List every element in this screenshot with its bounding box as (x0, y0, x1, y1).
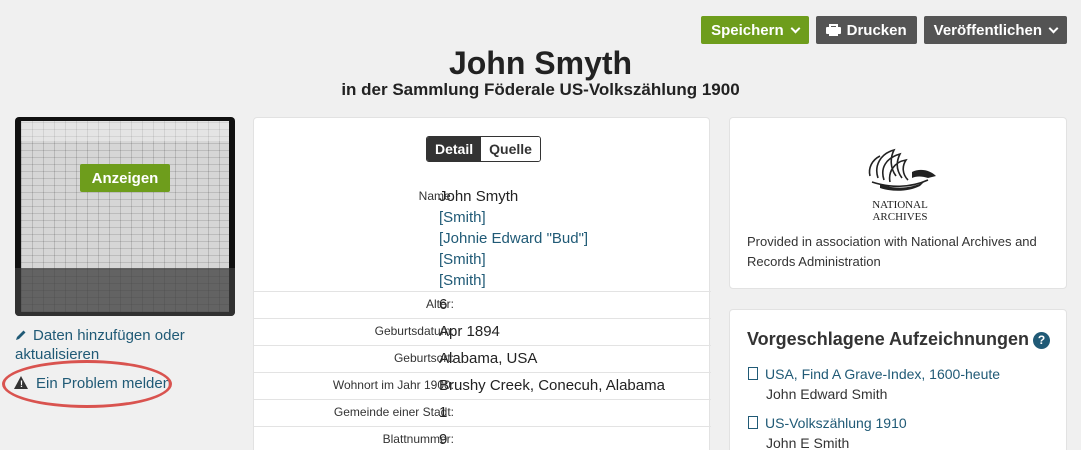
logo-line-1: NATIONAL (872, 199, 928, 211)
suggested-record-item[interactable]: US-Volkszählung 1910 John E Smith (748, 415, 907, 450)
details-table: Name: John Smyth [Smith] [Johnie Edward … (254, 184, 711, 450)
national-archives-logo: NATIONAL ARCHIVES (868, 148, 936, 223)
detail-label: Alter: (425, 297, 454, 311)
name-alternate-link[interactable]: [Johnie Edward "Bud"] (439, 228, 711, 249)
document-icon (748, 367, 758, 380)
name-alternate-link[interactable]: [Smith] (439, 270, 711, 291)
detail-label: Blattnummer: (382, 432, 454, 446)
suggested-records-panel: Vorgeschlagene Aufzeichnungen? USA, Find… (729, 309, 1067, 450)
tab-detail[interactable]: Detail (427, 137, 482, 161)
edit-data-label: Daten hinzufügen oder aktualisieren (15, 327, 185, 363)
detail-value: 1 (439, 404, 448, 421)
detail-value: 9 (439, 431, 448, 448)
detail-row-age: Alter: 6 (254, 292, 711, 319)
view-image-button[interactable]: Anzeigen (80, 164, 170, 192)
thumbnail-overlay (15, 268, 235, 316)
provider-panel: NATIONAL ARCHIVES Provided in associatio… (729, 117, 1067, 289)
logo-line-2: ARCHIVES (872, 211, 927, 223)
name-primary: John Smyth (439, 188, 519, 205)
pencil-icon (16, 330, 26, 340)
save-button[interactable]: Speichern (701, 16, 809, 44)
detail-value: Brushy Creek, Conecuh, Alabama (439, 377, 665, 394)
detail-label: Geburtsort: (393, 351, 454, 365)
detail-value: John Smyth [Smith] [Johnie Edward "Bud"]… (439, 184, 711, 291)
detail-row-birthplace: Geburtsort: Alabama, USA (254, 346, 711, 373)
chevron-down-icon (1048, 23, 1059, 33)
suggested-record-subject: John Edward Smith (766, 386, 888, 402)
record-details-panel: Detail Quelle Name: John Smyth [Smith] [… (253, 117, 711, 450)
highlight-circle (2, 360, 172, 408)
tab-source[interactable]: Quelle (481, 137, 540, 161)
publish-button[interactable]: Veröffentlichen (923, 16, 1067, 44)
publish-label: Veröffentlichen (933, 21, 1042, 39)
detail-row-district: Gemeinde einer Stadt: 1 (254, 400, 711, 427)
help-icon[interactable]: ? (1033, 332, 1051, 349)
suggested-record-title[interactable]: US-Volkszählung 1910 (765, 415, 907, 431)
detail-value: 6 (439, 296, 448, 313)
print-label: Drucken (846, 21, 907, 39)
provider-text: Provided in association with National Ar… (747, 234, 1037, 269)
detail-label: Name: (418, 189, 454, 203)
detail-row-residence: Wohnort im Jahr 1900: Brushy Creek, Cone… (254, 373, 711, 400)
detail-value: Apr 1894 (439, 323, 500, 340)
detail-row-sheet: Blattnummer: 9 (254, 427, 711, 450)
suggested-records-heading: Vorgeschlagene Aufzeichnungen? (747, 329, 1051, 350)
detail-value: Alabama, USA (439, 350, 538, 367)
name-alternate-link[interactable]: [Smith] (439, 207, 711, 228)
collection-subtitle: in der Sammlung Föderale US-Volkszählung… (341, 80, 740, 99)
chevron-down-icon (790, 23, 801, 33)
document-icon (748, 416, 758, 429)
printer-icon (825, 24, 841, 36)
record-image-thumbnail[interactable] (15, 117, 235, 316)
page-title: John Smyth (448, 45, 633, 81)
detail-row-name: Name: John Smyth [Smith] [Johnie Edward … (254, 184, 711, 292)
detail-label: Wohnort im Jahr 1900: (332, 378, 454, 392)
suggested-record-item[interactable]: USA, Find A Grave-Index, 1600-heute John… (748, 366, 1000, 402)
detail-row-birthdate: Geburtsdatum: Apr 1894 (254, 319, 711, 346)
detail-source-toggle: Detail Quelle (426, 136, 541, 162)
edit-data-link[interactable]: Daten hinzufügen oder aktualisieren (15, 326, 215, 364)
name-alternate-link[interactable]: [Smith] (439, 249, 711, 270)
suggested-record-subject: John E Smith (766, 435, 850, 450)
suggested-record-title[interactable]: USA, Find A Grave-Index, 1600-heute (765, 366, 1000, 382)
detail-label: Geburtsdatum: (374, 324, 454, 338)
save-label: Speichern (711, 21, 784, 39)
detail-label: Gemeinde einer Stadt: (333, 405, 454, 419)
top-actions: Speichern Drucken Veröffentlichen (701, 16, 1067, 44)
suggested-records-title: Vorgeschlagene Aufzeichnungen (747, 329, 1030, 349)
print-button[interactable]: Drucken (815, 16, 917, 44)
